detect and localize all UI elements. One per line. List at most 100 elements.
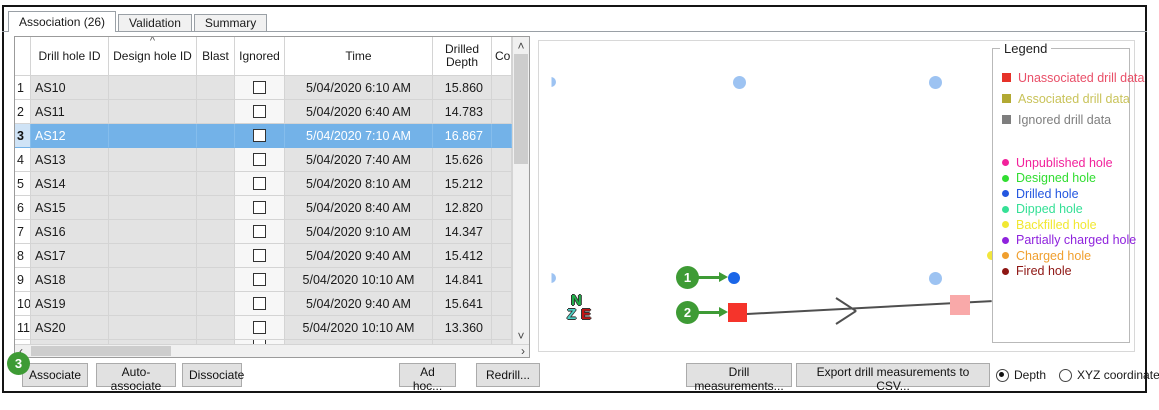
table-row[interactable]: 7 AS16 5/04/2020 9:10 AM 14.347 [15,220,512,245]
drilled-depth-cell: 13.360 [433,316,492,341]
legend-item-label: Backfilled hole [1016,217,1097,232]
time-cell: 5/04/2020 8:10 AM [285,172,433,197]
annotation-badge: 1 [676,266,728,289]
row-number-cell: 4 [15,148,31,173]
table-row[interactable]: 8 AS17 5/04/2020 9:40 AM 15.412 [15,244,512,269]
ignored-checkbox[interactable] [253,201,266,215]
ignored-cell [235,172,285,197]
legend-item: Ignored drill data [1002,109,1127,130]
header-drill-hole-id[interactable]: Drill hole ID [31,37,109,77]
table-row[interactable]: 10 AS19 5/04/2020 9:40 AM 15.641 [15,292,512,317]
export-csv-button[interactable]: Export drill measurements to CSV... [796,363,990,393]
ignored-cell [235,100,285,125]
compass-icon: N Z E [566,292,602,328]
legend-item: Associated drill data [1002,88,1130,109]
ignored-checkbox[interactable] [253,273,266,287]
table-row[interactable]: 3 AS12 5/04/2020 7:10 AM 16.867 [15,124,512,149]
tab[interactable]: Validation [118,14,192,31]
ignored-checkbox[interactable] [253,129,266,143]
drill-data-marker[interactable] [950,295,970,315]
tab[interactable]: Association (26) [8,11,117,32]
ignored-checkbox[interactable] [253,297,266,311]
tab-strip: Association (26) Validation Summary [8,11,269,32]
ignored-checkbox[interactable] [253,153,266,167]
badge-number: 3 [7,352,30,375]
table-row[interactable]: 1 AS10 5/04/2020 6:10 AM 15.860 [15,76,512,101]
table-row[interactable]: 6 AS15 5/04/2020 8:40 AM 12.820 [15,196,512,221]
xyz-coordinates-radio[interactable] [1059,368,1073,382]
scroll-right-icon[interactable]: › [521,344,525,358]
ignored-cell [235,244,285,269]
compass-z: Z [567,306,577,323]
cor-cell [492,316,512,341]
ad-hoc-button[interactable]: Ad hoc... [399,363,456,393]
horizontal-scrollbar[interactable]: ‹ › [15,344,529,358]
drill-hole-id-cell: AS14 [31,172,109,197]
ignored-checkbox[interactable] [253,81,266,95]
row-number-cell: 1 [15,76,31,101]
cor-cell [492,124,512,149]
ignored-checkbox[interactable] [253,321,266,335]
legend-swatch-icon [1002,190,1009,198]
hole-dot[interactable] [929,272,942,285]
table-row[interactable]: 4 AS13 5/04/2020 7:40 AM 15.626 [15,148,512,173]
legend-swatch-icon [1002,252,1009,260]
vertical-scroll-thumb[interactable] [514,54,528,164]
drill-data-marker[interactable] [728,303,747,322]
table-row[interactable]: 9 AS18 5/04/2020 10:10 AM 14.841 [15,268,512,293]
table-header-row: Drill hole ID ^ Design hole ID Blast Ign… [15,37,512,77]
ignored-cell [235,292,285,317]
header-blast[interactable]: Blast [197,37,235,77]
horizontal-scroll-thumb[interactable] [31,346,171,356]
cor-cell [492,268,512,293]
table-row[interactable]: 11 AS20 5/04/2020 10:10 AM 13.360 [15,316,512,341]
legend-item: Unpublished hole [1002,155,1127,171]
associate-button[interactable]: Associate [22,363,88,387]
drilled-depth-cell: 15.860 [433,76,492,101]
auto-associate-button[interactable]: Auto-associate [96,363,176,393]
drilled-depth-cell: 12.820 [433,196,492,221]
dissociate-button[interactable]: Dissociate [182,363,244,387]
drilled-depth-cell: 14.841 [433,268,492,293]
scroll-up-icon[interactable]: ˄ [513,38,529,53]
vertical-scrollbar[interactable]: ˄ ˅ [512,37,529,344]
time-cell: 5/04/2020 6:40 AM [285,100,433,125]
row-number-cell: 6 [15,196,31,221]
ignored-checkbox[interactable] [253,177,266,191]
legend-swatch-icon [1002,115,1011,124]
blast-cell [197,292,235,317]
redrill-button[interactable]: Redrill... [476,363,540,387]
header-drilled-depth[interactable]: Drilled Depth [433,37,492,77]
design-hole-id-cell [109,172,197,197]
hole-dot[interactable] [733,76,746,89]
header-cor[interactable]: Cor [492,37,512,77]
scroll-down-icon[interactable]: ˅ [513,328,529,343]
legend-swatch-icon [1002,174,1009,182]
xyz-coordinates-radio-label[interactable]: XYZ coordinates [1077,368,1159,382]
table-row[interactable]: 5 AS14 5/04/2020 8:10 AM 15.212 [15,172,512,197]
hole-dot[interactable] [728,272,740,284]
header-ignored[interactable]: Ignored [235,37,285,77]
depth-radio-label[interactable]: Depth [1014,368,1046,382]
ignored-checkbox[interactable] [253,225,266,239]
row-number-cell: 3 [15,124,31,149]
annotation-badge: 3 [7,352,30,375]
sort-ascending-icon: ^ [149,37,156,47]
depth-radio[interactable] [996,368,1009,382]
legend-item: Backfilled hole [1002,217,1127,233]
ignored-checkbox[interactable] [253,105,266,119]
hole-dot[interactable] [929,76,942,89]
header-time[interactable]: Time [285,37,433,77]
drill-measurements-button[interactable]: Drill measurements... [686,363,792,393]
drill-hole-table: Drill hole ID ^ Design hole ID Blast Ign… [14,36,530,358]
badge-arrow-icon [698,272,728,282]
ignored-checkbox[interactable] [253,249,266,263]
tab[interactable]: Summary [193,14,268,31]
legend-swatch-icon [1002,73,1011,82]
header-design-hole-id[interactable]: ^ Design hole ID [109,37,197,77]
table-row[interactable]: 2 AS11 5/04/2020 6:40 AM 14.783 [15,100,512,125]
badge-arrow-icon [698,307,728,317]
drill-hole-id-cell: AS12 [31,124,109,149]
association-window: Association (26) Validation Summary Drill … [0,0,1159,410]
design-hole-id-cell [109,292,197,317]
